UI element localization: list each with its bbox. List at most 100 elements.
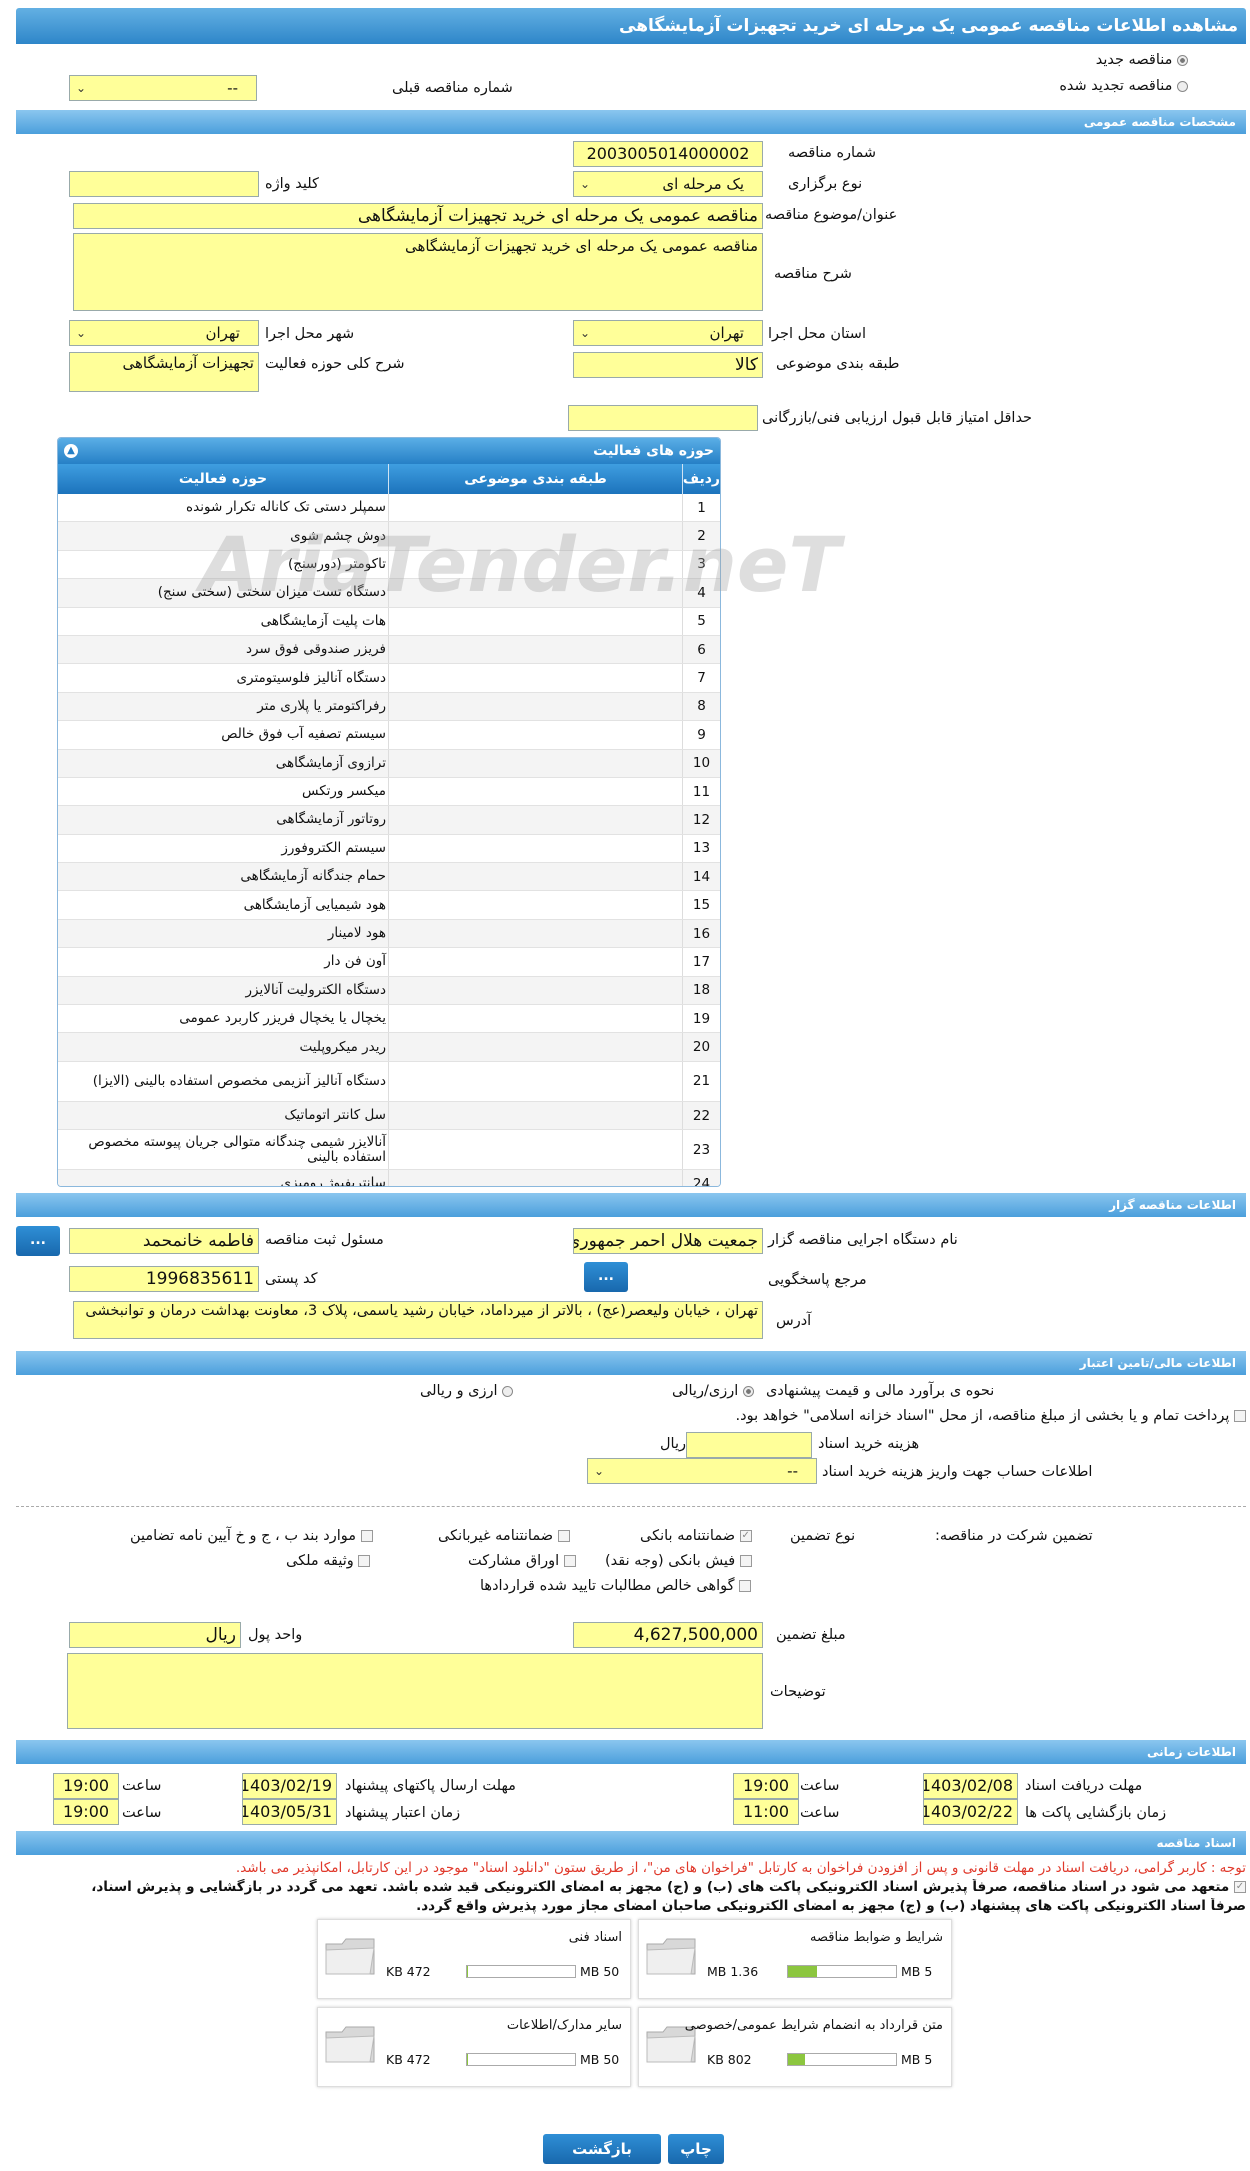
- file-size-fill: [788, 1966, 818, 1977]
- g-property-option[interactable]: وثیقه ملکی: [286, 1553, 371, 1569]
- row-category: [388, 777, 682, 806]
- g-bonds-checkbox[interactable]: [563, 1555, 576, 1567]
- row-category: [388, 806, 682, 834]
- city-select[interactable]: تهران ⌄: [69, 320, 259, 346]
- document-file[interactable]: متن قرارداد به انضمام شرایط عمومی/خصوصی 8…: [638, 2007, 952, 2087]
- ref-more-button[interactable]: ...: [584, 1262, 628, 1292]
- row-activity: سمپلر دستی تک کاناله تکرار شونده: [186, 499, 386, 516]
- min-score-field[interactable]: [568, 405, 758, 431]
- g-property-checkbox[interactable]: [358, 1555, 371, 1567]
- receive-date-field[interactable]: 1403/02/08: [923, 1773, 1018, 1799]
- person-field[interactable]: فاطمه خانمحمد: [69, 1228, 259, 1254]
- print-button[interactable]: چاپ: [668, 2134, 724, 2164]
- estimate-opt1[interactable]: ارزی/ریالی: [672, 1383, 754, 1399]
- org-label: نام دستگاه اجرایی مناقصه گزار: [768, 1232, 958, 1248]
- col-category: طبقه بندی موضوعی: [388, 464, 682, 494]
- org-field[interactable]: جمعیت هلال احمر جمهوری: [573, 1228, 763, 1254]
- g-bank-label: ضمانتنامه بانکی: [640, 1528, 736, 1544]
- guarantee-type-label: نوع تضمین: [790, 1528, 856, 1544]
- g-items-option[interactable]: موارد بند ب ، ج و خ آیین نامه تضامین: [130, 1528, 373, 1544]
- number-field[interactable]: 2003005014000002: [573, 141, 763, 167]
- commitment-checkbox[interactable]: ✓: [1234, 1881, 1246, 1893]
- g-items-label: موارد بند ب ، ج و خ آیین نامه تضامین: [130, 1528, 356, 1544]
- send-date-field[interactable]: 1403/02/19: [242, 1773, 337, 1799]
- category-field[interactable]: کالا: [573, 352, 763, 378]
- treasury-checkbox[interactable]: [1234, 1410, 1246, 1422]
- back-button[interactable]: بازگشت: [543, 2134, 661, 2164]
- g-nonbank-option[interactable]: ضمانتنامه غیربانکی: [438, 1528, 570, 1544]
- description-field[interactable]: مناقصه عمومی یک مرحله ای خرید تجهیزات آز…: [73, 233, 763, 311]
- commitment-line2: صرفاً اسناد الکترونیکی پاکت های پیشنهاد …: [416, 1898, 1246, 1914]
- renewed-tender-radio[interactable]: [1177, 80, 1188, 92]
- province-select[interactable]: تهران ⌄: [573, 320, 763, 346]
- g-claims-option[interactable]: گواهی خالص مطالبات تایید شده قراردادها: [480, 1578, 752, 1594]
- row-activity: سانتریفیوژ رومیزی: [280, 1175, 386, 1187]
- valid-label: زمان اعتبار پیشنهاد: [345, 1805, 461, 1821]
- file-size: 472 KB: [386, 1964, 431, 1979]
- currency-field[interactable]: ریال: [69, 1622, 241, 1648]
- doc-cost-field[interactable]: [686, 1432, 812, 1458]
- row-category: [388, 919, 682, 948]
- person-label: مسئول ثبت مناقصه: [265, 1232, 384, 1248]
- timing-section-header: اطلاعات زمانی: [16, 1740, 1246, 1764]
- row-number: 12: [682, 806, 720, 834]
- receive-time-field[interactable]: 19:00: [733, 1773, 799, 1799]
- activities-table-header: ردیف طبقه بندی موضوعی حوزه فعالیت: [58, 464, 720, 494]
- send-label: مهلت ارسال پاکتهای پیشنهاد: [345, 1778, 516, 1794]
- valid-date-field[interactable]: 1403/05/31: [242, 1799, 337, 1825]
- new-tender-radio[interactable]: [1177, 54, 1188, 66]
- open-time-field[interactable]: 11:00: [733, 1799, 799, 1825]
- send-time-field[interactable]: 19:00: [53, 1773, 119, 1799]
- watermark-logo: AriaTender.neT: [200, 520, 840, 620]
- address-field[interactable]: تهران ، خیابان ولیعصر(عج) ، بالاتر از می…: [73, 1301, 763, 1339]
- open-date-field[interactable]: 1403/02/22: [923, 1799, 1018, 1825]
- new-tender-label: مناقصه جدید: [1095, 52, 1173, 68]
- document-file[interactable]: سایر مدارک/اطلاعات 472 KB 50 MB: [317, 2007, 631, 2087]
- document-file[interactable]: اسناد فنی 472 KB 50 MB: [317, 1919, 631, 1999]
- amount-field[interactable]: 4,627,500,000: [573, 1622, 763, 1648]
- general-section-header: مشخصات مناقصه عمومی: [16, 110, 1246, 134]
- row-category: [388, 1101, 682, 1130]
- g-bank-option[interactable]: ✓ ضمانتنامه بانکی: [640, 1528, 752, 1544]
- g-cheque-checkbox[interactable]: [739, 1555, 752, 1567]
- treasury-option[interactable]: پرداخت تمام و یا بخشی از مبلغ مناقصه، از…: [736, 1408, 1246, 1424]
- estimate-opt2[interactable]: ارزی و ریالی: [420, 1383, 514, 1399]
- activities-title: حوزه های فعالیت: [593, 443, 714, 459]
- g-cheque-option[interactable]: فیش بانکی (وجه نقد): [605, 1553, 752, 1569]
- file-size: 1.36 MB: [707, 1964, 759, 1979]
- estimate-opt2-radio[interactable]: [502, 1385, 514, 1397]
- postal-field[interactable]: 1996835611: [69, 1266, 259, 1292]
- g-bonds-option[interactable]: اوراق مشارکت: [468, 1553, 576, 1569]
- file-name: متن قرارداد به انضمام شرایط عمومی/خصوصی: [684, 2018, 943, 2033]
- g-claims-checkbox[interactable]: [739, 1580, 752, 1592]
- valid-time-field[interactable]: 19:00: [53, 1799, 119, 1825]
- subject-field[interactable]: مناقصه عمومی یک مرحله ای خرید تجهیزات آز…: [73, 203, 763, 229]
- document-file[interactable]: شرایط و ضوابط مناقصه 1.36 MB 5 MB: [638, 1919, 952, 1999]
- row-category: [388, 1061, 682, 1101]
- row-category: [388, 749, 682, 777]
- prev-number-select[interactable]: -- ⌄: [69, 75, 257, 101]
- g-bonds-label: اوراق مشارکت: [468, 1553, 560, 1569]
- new-tender-option[interactable]: مناقصه جدید: [1096, 52, 1188, 68]
- row-number: 21: [682, 1061, 720, 1101]
- activity-field[interactable]: تجهیزات آزمایشگاهی: [69, 352, 259, 392]
- g-bank-checkbox[interactable]: ✓: [739, 1530, 752, 1542]
- g-items-checkbox[interactable]: [360, 1530, 373, 1542]
- file-max-size: 50 MB: [580, 1964, 620, 1979]
- keyword-field[interactable]: [69, 171, 259, 197]
- receive-label: مهلت دریافت اسناد: [1025, 1778, 1143, 1794]
- g-nonbank-checkbox[interactable]: [557, 1530, 570, 1542]
- notes-field[interactable]: [67, 1653, 763, 1729]
- row-number: 7: [682, 664, 720, 692]
- chevron-down-icon: ⌄: [76, 81, 87, 95]
- type-select[interactable]: یک مرحله ای ⌄: [573, 171, 763, 197]
- estimate-opt1-radio[interactable]: [742, 1385, 754, 1397]
- commitment-line1[interactable]: ✓ متعهد می شود در اسناد مناقصه، صرفاً پذ…: [6, 1879, 1246, 1895]
- renewed-tender-option[interactable]: مناقصه تجدید شده: [1059, 78, 1188, 94]
- account-select[interactable]: -- ⌄: [587, 1458, 817, 1484]
- table-row: 11 میکسر ورتکس: [58, 777, 720, 807]
- send-time-label: ساعت: [122, 1778, 162, 1794]
- row-number: 17: [682, 948, 720, 976]
- person-more-button[interactable]: ...: [16, 1226, 60, 1256]
- collapse-icon[interactable]: ▲: [64, 444, 78, 458]
